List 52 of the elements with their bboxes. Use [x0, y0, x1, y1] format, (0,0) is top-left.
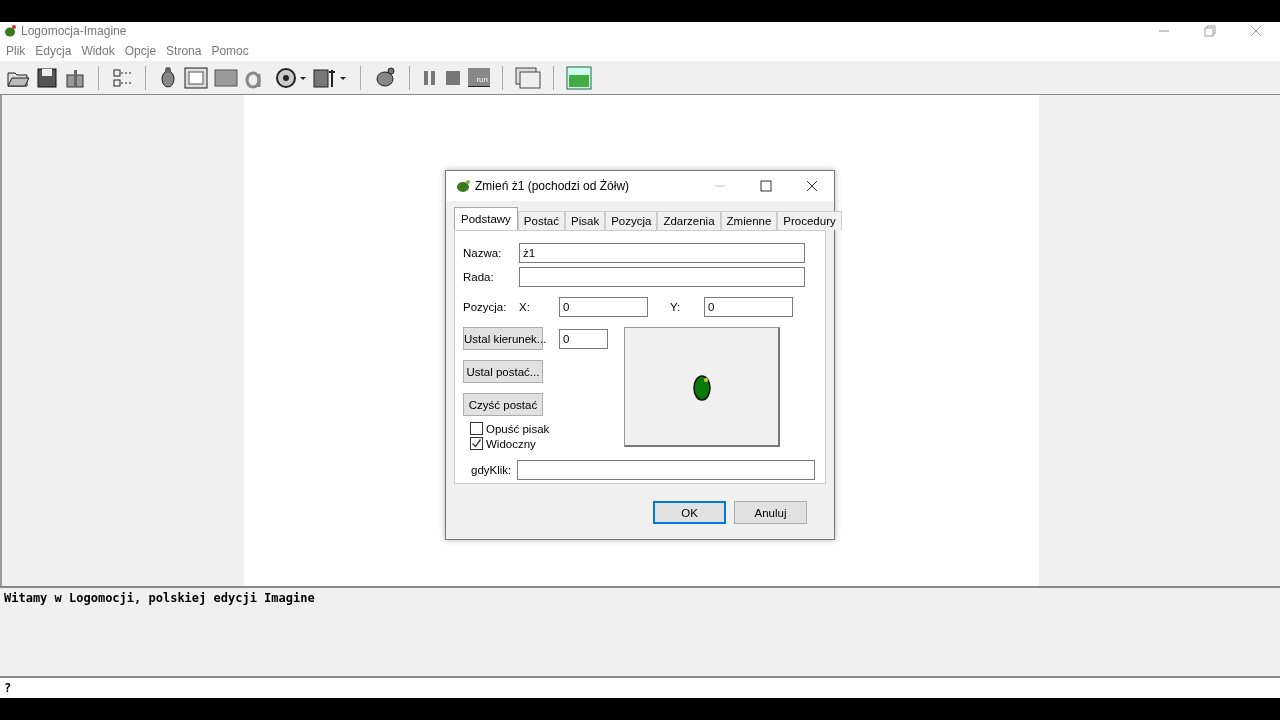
- hint-field[interactable]: [519, 267, 805, 287]
- menu-item[interactable]: Edycja: [35, 43, 72, 58]
- menu-item[interactable]: Strona: [166, 43, 202, 58]
- cancel-button[interactable]: Anuluj: [734, 501, 807, 524]
- page-view-icon[interactable]: [566, 65, 592, 90]
- set-shape-button[interactable]: Ustal postać...: [463, 360, 543, 383]
- field-label: Pozycja:: [463, 301, 508, 313]
- field-label: X:: [519, 301, 531, 313]
- checkbox-label: Opuść pisak: [486, 422, 550, 435]
- dialog-title: Zmień ż1 (pochodzi od Żółw): [475, 179, 630, 193]
- turtle-icon[interactable]: [158, 65, 178, 90]
- menu-item[interactable]: Opcje: [124, 43, 157, 58]
- run-button[interactable]: run: [468, 68, 490, 87]
- x-field[interactable]: 0: [559, 297, 648, 317]
- maximize-icon[interactable]: [760, 180, 772, 192]
- pause-icon[interactable]: [422, 68, 438, 87]
- turtle-icon[interactable]: [373, 65, 397, 90]
- checkbox-label: Widoczny: [486, 437, 536, 450]
- on-click-field[interactable]: [517, 460, 815, 480]
- window-title: Logomocja-Imagine: [21, 24, 127, 38]
- tab[interactable]: Pisak: [565, 211, 606, 230]
- checkbox[interactable]: [470, 437, 483, 450]
- field-label: Y:: [670, 301, 682, 313]
- menu-item[interactable]: Plik: [6, 43, 26, 58]
- tab[interactable]: Podstawy: [454, 207, 518, 230]
- close-icon[interactable]: [806, 180, 818, 192]
- menu-item[interactable]: Pomoc: [211, 43, 249, 58]
- checkbox[interactable]: [470, 422, 483, 435]
- heading-field[interactable]: 0: [559, 328, 608, 349]
- field-label: Nazwa:: [463, 247, 503, 259]
- tab[interactable]: Procedury: [777, 211, 842, 230]
- field-label: gdyKlik:: [470, 464, 513, 476]
- menu-item[interactable]: Widok: [81, 43, 115, 58]
- windows-icon[interactable]: [515, 66, 541, 89]
- name-field[interactable]: ż1: [519, 243, 805, 263]
- prompt-text: ?: [4, 681, 12, 695]
- tree-icon[interactable]: [111, 66, 133, 89]
- rectangle-icon[interactable]: [214, 67, 238, 88]
- cursor-tool-icon[interactable]: [312, 66, 348, 89]
- y-field[interactable]: 0: [704, 297, 793, 317]
- output-text: Witamy w Logomocji, polskiej edycji Imagine: [4, 591, 315, 605]
- clear-shape-button[interactable]: Czyść postać: [463, 393, 543, 416]
- turtle-icon: [3, 24, 17, 38]
- turtle-icon: [455, 179, 471, 193]
- ok-button[interactable]: OK: [653, 501, 726, 524]
- frame-icon[interactable]: [184, 66, 208, 89]
- field-label: Rada:: [463, 271, 495, 283]
- tab[interactable]: Postać: [517, 211, 566, 230]
- tab[interactable]: Pozycja: [605, 211, 658, 230]
- tab[interactable]: Zdarzenia: [657, 211, 721, 230]
- stop-icon[interactable]: [444, 68, 462, 87]
- tab[interactable]: Zmienne: [720, 211, 778, 230]
